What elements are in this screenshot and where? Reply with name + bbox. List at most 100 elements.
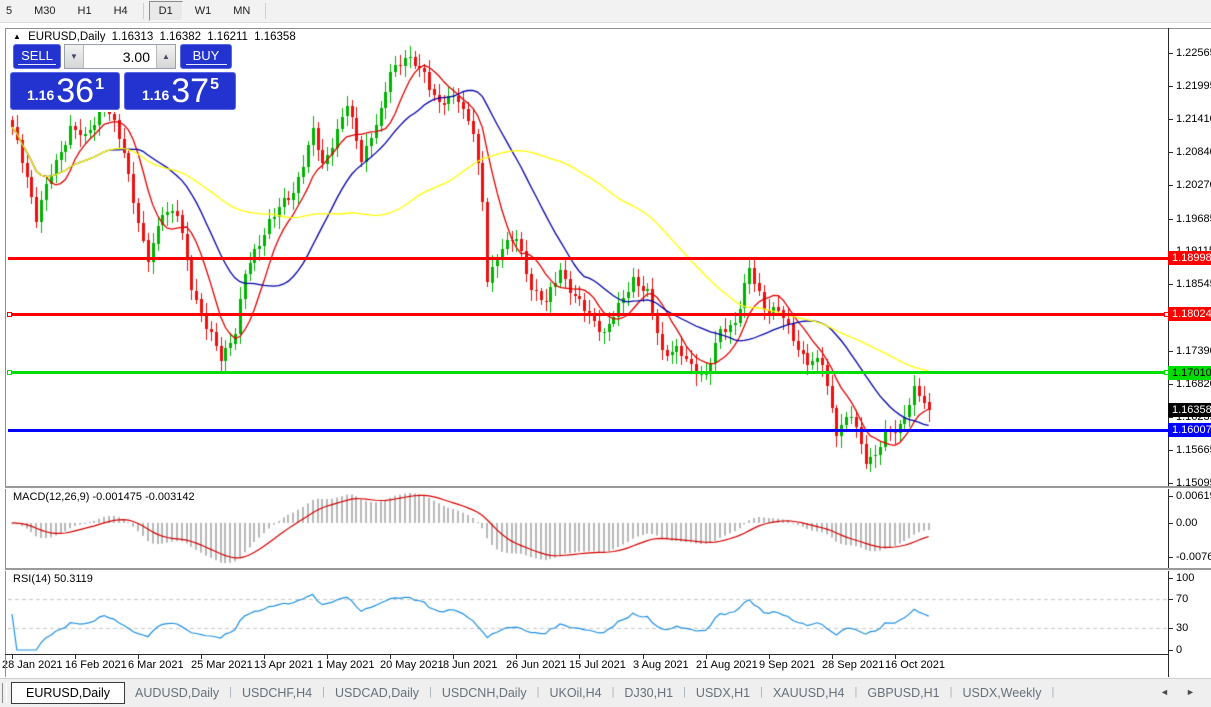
tab-dj30-h1[interactable]: DJ30,H1: [614, 682, 683, 704]
timeframe-button-H1[interactable]: H1: [68, 1, 102, 21]
price-axis-tick: 1.15665: [1176, 444, 1211, 456]
price-badge: 1.18024: [1168, 307, 1211, 321]
price-tick-mark: [1169, 384, 1173, 385]
tab-scroll-right-icon[interactable]: ►: [1186, 687, 1195, 697]
timeframe-button-W1[interactable]: W1: [185, 1, 222, 21]
date-axis-label: 15 Jul 2021: [569, 659, 626, 671]
tab-gbpusd-h1[interactable]: GBPUSD,H1: [857, 682, 949, 704]
timeframe-button-M30[interactable]: M30: [24, 1, 65, 21]
indicator-tick-mark: [1169, 599, 1173, 600]
indicator-tick-mark: [1169, 523, 1173, 524]
sell-price-display[interactable]: 1.16 36 1: [10, 72, 120, 110]
rsi-indicator-canvas[interactable]: [8, 570, 1168, 654]
date-axis-label: 28 Jan 2021: [2, 659, 63, 671]
volume-spinner: ▼ ▲: [64, 44, 176, 69]
tab-scroll-left-icon[interactable]: ◄: [1160, 687, 1169, 697]
chart-left-frame: [5, 28, 6, 677]
price-tick-mark: [1169, 219, 1173, 220]
tab-xauusd-h4[interactable]: XAUUSD,H4: [763, 682, 855, 704]
horizontal-line[interactable]: [7, 370, 1169, 375]
price-tick-mark: [1169, 284, 1173, 285]
price-tick-mark: [1169, 417, 1173, 418]
date-axis-label: 13 Apr 2021: [254, 659, 314, 671]
price-axis-tick: 1.20270: [1176, 179, 1211, 191]
price-badge: 1.16007: [1168, 423, 1211, 437]
price-tick-mark: [1169, 351, 1173, 352]
indicator-axis-tick: 30: [1176, 622, 1189, 634]
timeframe-toolbar: 5 M30 H1 H4 D1 W1 MN: [0, 0, 1211, 23]
date-axis-label: 16 Feb 2021: [65, 659, 127, 671]
price-badge: 1.17010: [1168, 366, 1211, 380]
horizontal-line[interactable]: [7, 312, 1169, 317]
price-tick-mark: [1169, 185, 1173, 186]
buy-price-pip: 5: [210, 76, 219, 93]
rsi-pane-splitter[interactable]: [5, 568, 1211, 571]
date-axis-label: 6 Mar 2021: [128, 659, 184, 671]
macd-pane-splitter[interactable]: [5, 486, 1211, 489]
macd-label: MACD(12,26,9) -0.001475 -0.003142: [13, 491, 195, 503]
indicator-axis-tick: 0.006193: [1176, 490, 1211, 502]
trading-platform-window: 5M30H1H4D1W1MN 1.225651.219951.214101.20…: [0, 0, 1211, 707]
indicator-tick-mark: [1169, 578, 1173, 579]
price-tick-mark: [1169, 450, 1173, 451]
timeframe-button-MN[interactable]: MN: [223, 1, 260, 21]
volume-decrease-button[interactable]: ▼: [65, 45, 84, 68]
tab-usdchf-h4[interactable]: USDCHF,H4: [232, 682, 322, 704]
date-axis-label: 8 Jun 2021: [443, 659, 498, 671]
tab-audusd-daily[interactable]: AUDUSD,Daily: [125, 682, 229, 704]
tab-usdcad-daily[interactable]: USDCAD,Daily: [325, 682, 429, 704]
date-axis-label: 28 Sep 2021: [822, 659, 885, 671]
sell-button[interactable]: SELL: [13, 44, 61, 69]
tab-eurusd-daily[interactable]: EURUSD,Daily: [11, 682, 126, 704]
chart-tab-bar: EURUSD,Daily AUDUSD,Daily | USDCHF,H4 | USDCA…: [0, 678, 1211, 707]
horizontal-line[interactable]: [8, 257, 1168, 260]
sell-underline: [18, 64, 56, 65]
price-axis-tick: 1.19685: [1176, 213, 1211, 225]
line-handle[interactable]: [7, 312, 12, 317]
tab-separator: |: [1051, 686, 1055, 698]
price-tick-mark: [1169, 483, 1173, 484]
timeframe-button-D1[interactable]: D1: [148, 1, 183, 21]
price-axis-tick: 1.21995: [1176, 80, 1211, 92]
horizontal-line[interactable]: [8, 429, 1168, 432]
chart-bottom-frame: [5, 654, 1168, 655]
indicator-axis-tick: -0.007621: [1176, 551, 1211, 563]
buy-button-label: BUY: [192, 48, 220, 63]
volume-increase-button[interactable]: ▲: [156, 45, 175, 68]
timeframe-button-H4[interactable]: H4: [104, 1, 138, 21]
sell-button-label: SELL: [21, 48, 53, 63]
indicator-axis-tick: 0.00: [1176, 517, 1198, 529]
price-tick-mark: [1169, 152, 1173, 153]
price-tick-mark: [1169, 86, 1173, 87]
buy-price-digits: 37: [171, 72, 210, 110]
date-axis-label: 20 May 2021: [380, 659, 444, 671]
chart-collapse-icon[interactable]: ▲: [13, 32, 21, 41]
buy-price-display[interactable]: 1.16 37 5: [124, 72, 236, 110]
tab-usdcnh-daily[interactable]: USDCNH,Daily: [432, 682, 537, 704]
sell-price-prefix: 1.16: [27, 87, 55, 103]
tab-usdx-h1[interactable]: USDX,H1: [686, 682, 760, 704]
buy-button[interactable]: BUY: [180, 44, 232, 69]
indicator-tick-mark: [1169, 628, 1173, 629]
tabbar-gripper-icon: [2, 683, 7, 703]
sell-price-digits: 36: [56, 72, 95, 110]
line-handle[interactable]: [7, 370, 12, 375]
tab-ukoil-h4[interactable]: UKOil,H4: [539, 682, 611, 704]
price-axis-tick: 1.21410: [1176, 113, 1211, 125]
price-badge: 1.16358: [1168, 403, 1211, 417]
indicator-tick-mark: [1169, 496, 1173, 497]
one-click-trade-panel: SELL ▼ ▲ BUY 1.16 36 1 1.16 37 5: [8, 42, 238, 112]
volume-input[interactable]: [84, 45, 156, 68]
price-axis-tick: 1.18545: [1176, 278, 1211, 290]
price-badge: 1.18998: [1168, 251, 1211, 265]
chart-top-frame: [5, 28, 1211, 29]
indicator-tick-mark: [1169, 650, 1173, 651]
date-axis-label: 21 Aug 2021: [696, 659, 758, 671]
date-axis-label: 9 Sep 2021: [759, 659, 816, 671]
toolbar-separator: [142, 3, 144, 19]
buy-underline: [185, 64, 227, 65]
tab-usdx-weekly[interactable]: USDX,Weekly: [952, 682, 1051, 704]
ohlc-close: 1.16358: [254, 31, 296, 43]
buy-price-prefix: 1.16: [142, 87, 170, 103]
timeframe-button-5[interactable]: 5: [0, 1, 22, 21]
